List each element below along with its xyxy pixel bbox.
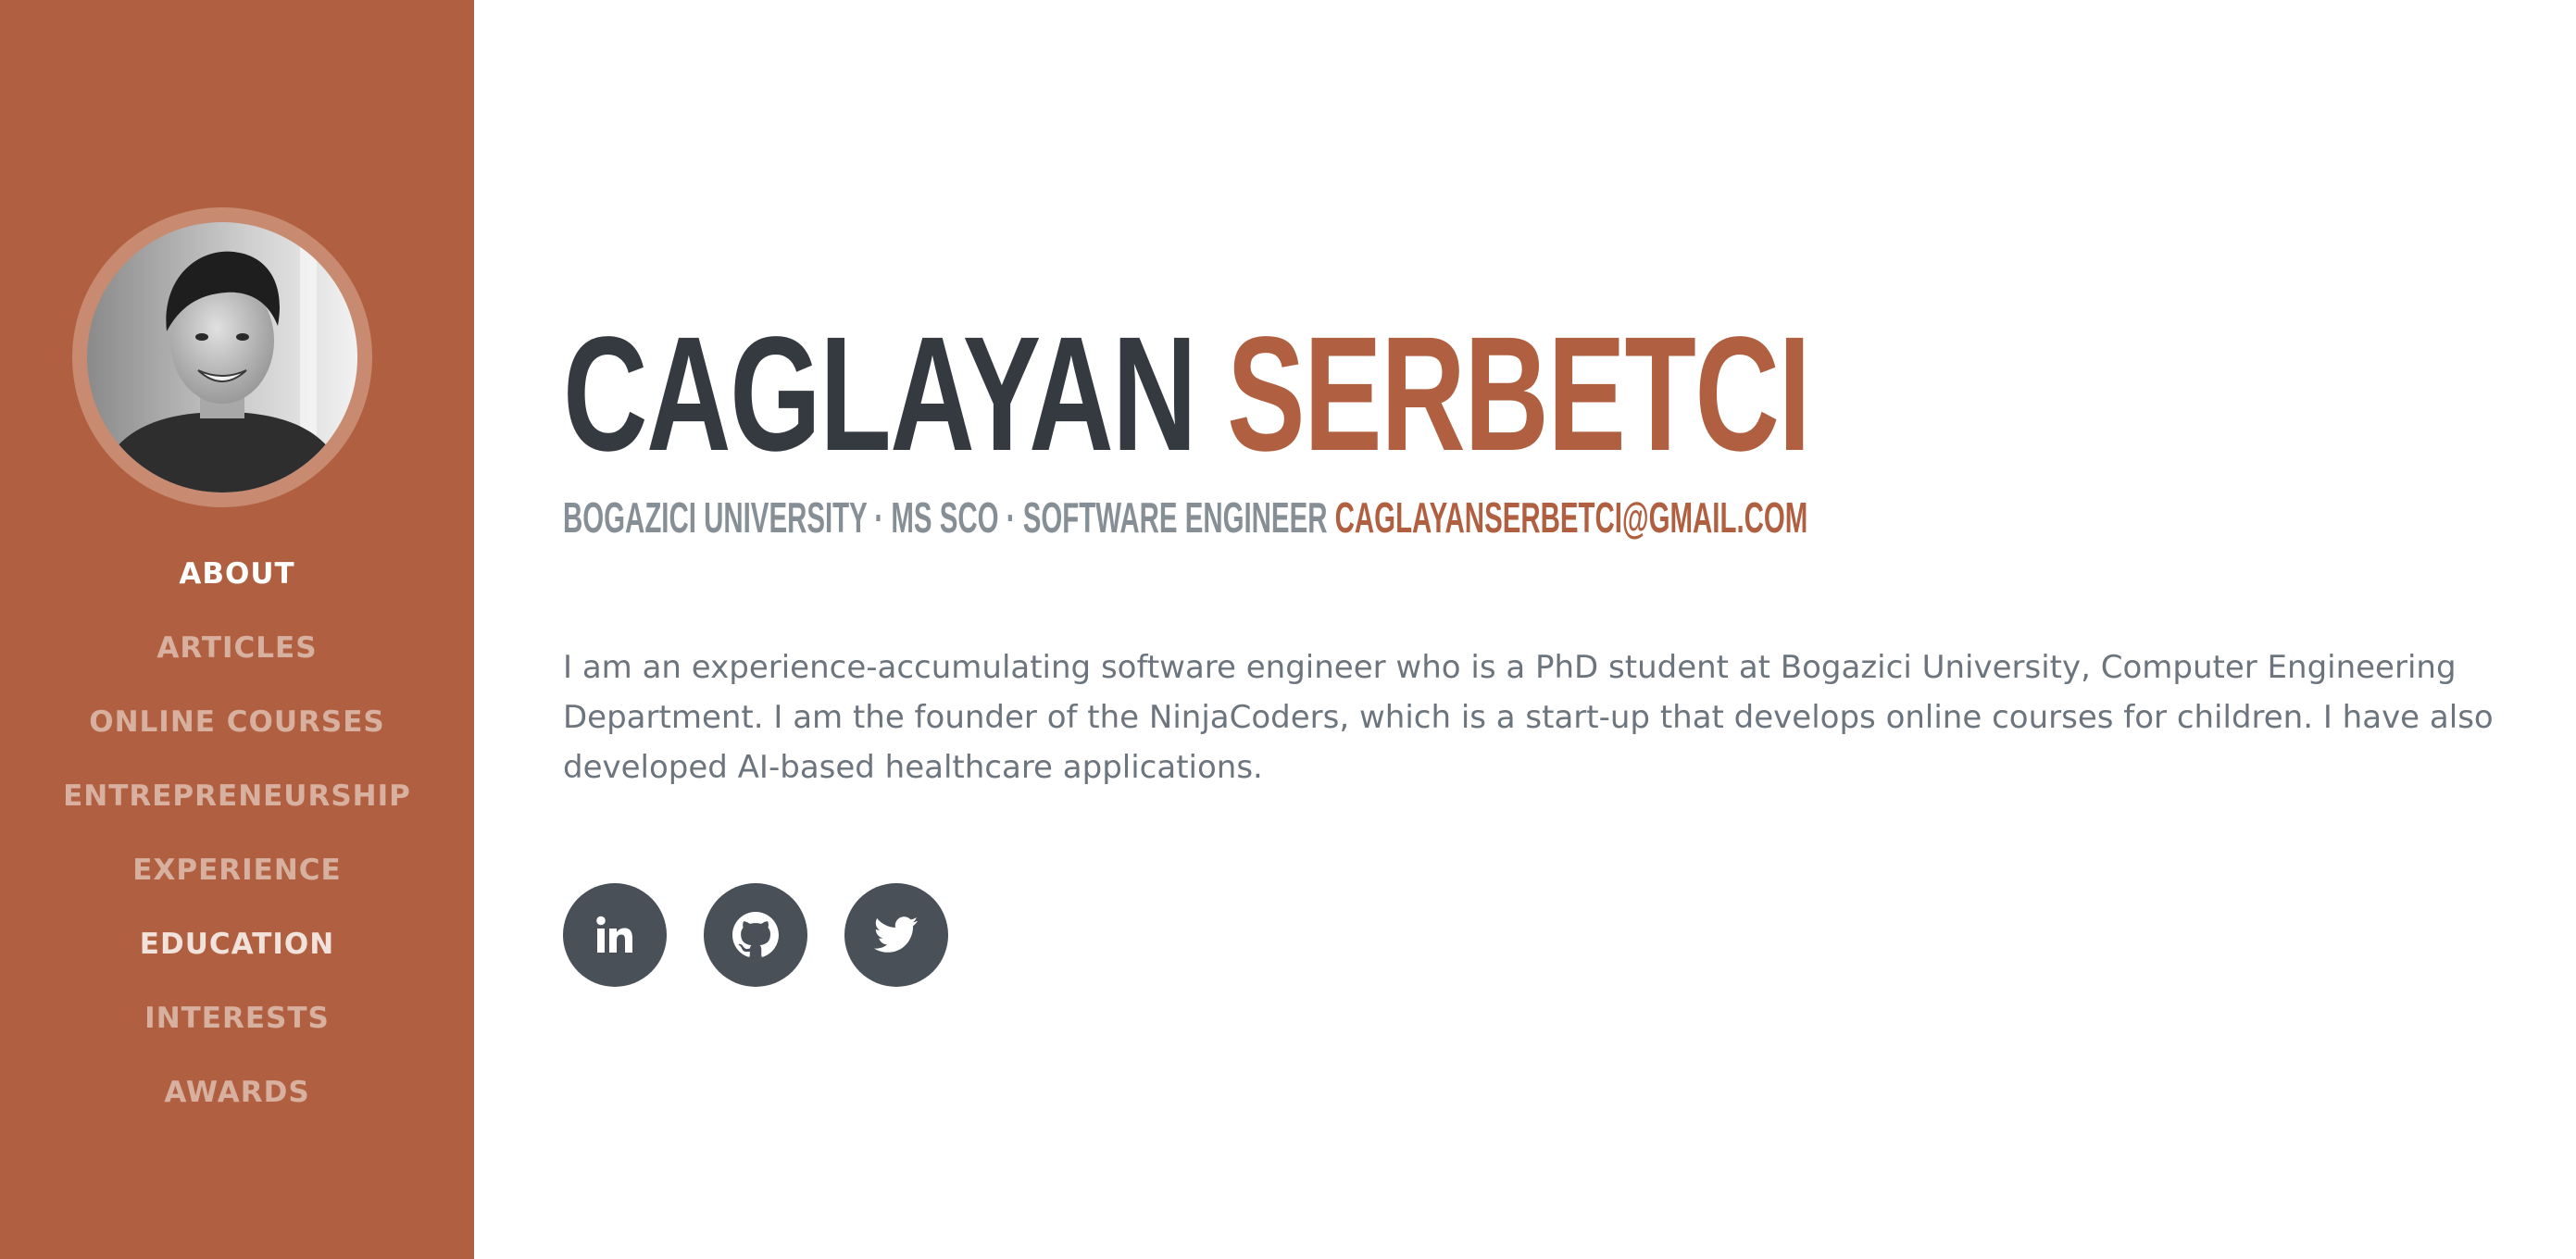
sidebar-item-entrepreneurship: ENTREPRENEURSHIP <box>0 759 474 833</box>
nav-link-education[interactable]: EDUCATION <box>140 928 334 961</box>
subheading-text: BOGAZICI UNIVERSITY · MS SCO · SOFTWARE … <box>563 493 1328 542</box>
github-icon <box>732 912 779 957</box>
bio-text: I am an experience-accumulating software… <box>563 649 2494 786</box>
linkedin-button[interactable] <box>563 883 667 987</box>
sidebar-item-awards: AWARDS <box>0 1055 474 1129</box>
twitter-button[interactable] <box>844 883 948 987</box>
page-title: CAGLAYAN SERBETCI <box>563 313 1811 476</box>
twitter-icon <box>874 916 919 953</box>
avatar[interactable] <box>87 222 357 492</box>
github-button[interactable] <box>704 883 807 987</box>
sidebar: ABOUT ARTICLES ONLINE COURSES ENTREPRENE… <box>0 0 474 1259</box>
profile-photo <box>87 222 357 492</box>
nav-link-interests[interactable]: INTERESTS <box>144 1002 330 1035</box>
nav-link-entrepreneurship[interactable]: ENTREPRENEURSHIP <box>63 779 411 813</box>
sidebar-item-online-courses: ONLINE COURSES <box>0 685 474 759</box>
sidebar-item-about: ABOUT <box>0 537 474 611</box>
nav-link-awards[interactable]: AWARDS <box>164 1076 309 1109</box>
first-name: CAGLAYAN <box>563 304 1197 485</box>
last-name: SERBETCI <box>1227 304 1811 485</box>
nav-link-articles[interactable]: ARTICLES <box>156 631 317 665</box>
nav-link-about[interactable]: ABOUT <box>179 557 294 591</box>
sidebar-item-interests: INTERESTS <box>0 981 474 1055</box>
avatar-ring <box>72 207 372 507</box>
linkedin-icon <box>596 916 632 953</box>
sidebar-item-experience: EXPERIENCE <box>0 833 474 907</box>
social-icons <box>563 883 948 987</box>
sidebar-item-articles: ARTICLES <box>0 611 474 685</box>
sidebar-item-education: EDUCATION <box>0 907 474 981</box>
nav-link-experience[interactable]: EXPERIENCE <box>132 854 341 887</box>
email-link[interactable]: CAGLAYANSERBETCI@GMAIL.COM <box>1335 493 1808 542</box>
nav-link-online-courses[interactable]: ONLINE COURSES <box>89 705 384 739</box>
sidebar-nav: ABOUT ARTICLES ONLINE COURSES ENTREPRENE… <box>0 537 474 1129</box>
subheading: BOGAZICI UNIVERSITY · MS SCO · SOFTWARE … <box>563 496 1807 539</box>
